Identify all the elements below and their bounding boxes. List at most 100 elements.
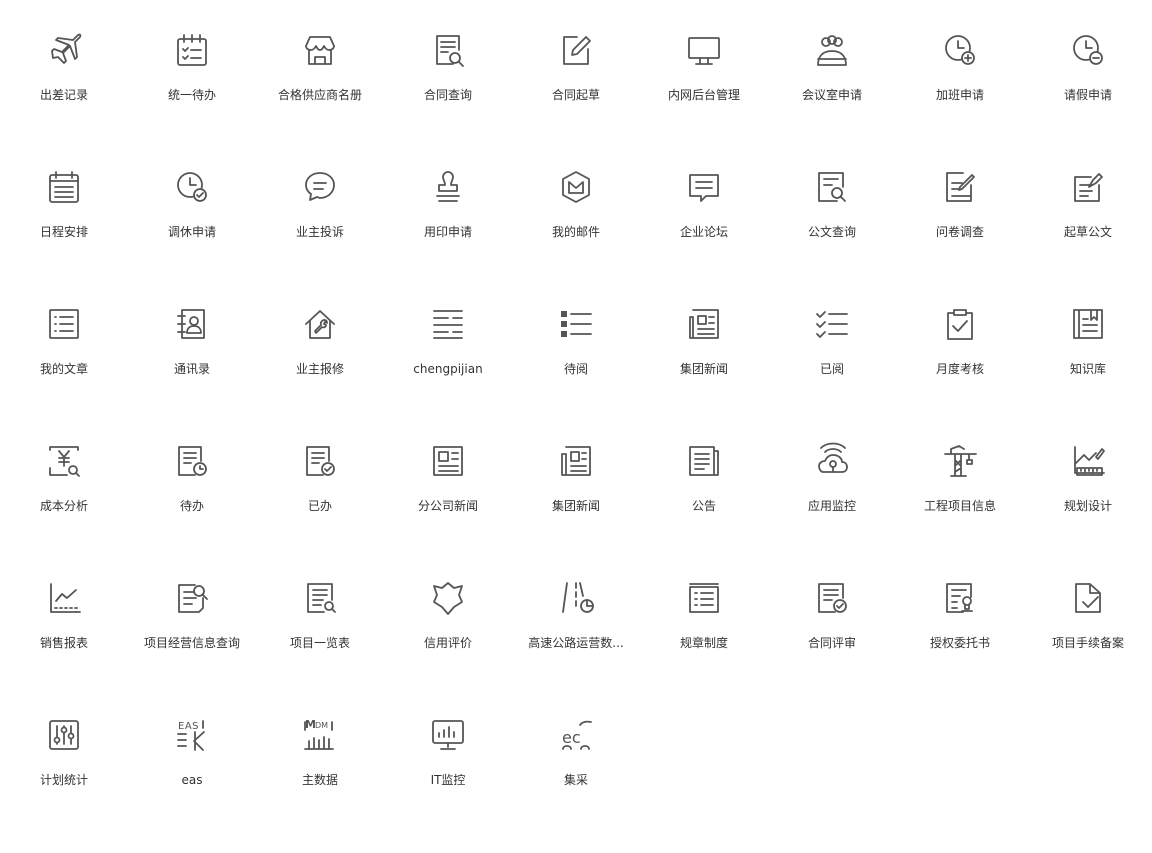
app-tile[interactable]: chengpijian xyxy=(384,305,512,442)
app-tile[interactable]: 我的文章 xyxy=(0,305,128,442)
app-label: 加班申请 xyxy=(935,88,984,102)
app-label: 知识库 xyxy=(1069,362,1106,376)
app-label: 业主投诉 xyxy=(295,225,344,239)
app-label: 项目一览表 xyxy=(289,636,350,650)
app-tile[interactable]: 通讯录 xyxy=(128,305,256,442)
app-label: 待阅 xyxy=(563,362,588,376)
app-tile[interactable]: 月度考核 xyxy=(896,305,1024,442)
app-tile[interactable]: 待阅 xyxy=(512,305,640,442)
app-tile[interactable]: 信用评价 xyxy=(384,579,512,716)
app-tile[interactable]: 企业论坛 xyxy=(640,168,768,305)
document-search-icon xyxy=(813,168,851,206)
app-tile[interactable]: 会议室申请 xyxy=(768,31,896,168)
app-tile[interactable]: 销售报表 xyxy=(0,579,128,716)
app-tile[interactable]: 项目经营信息查询 xyxy=(128,579,256,716)
app-tile[interactable]: M DM 主数据 xyxy=(256,716,384,853)
app-tile[interactable]: 公文查询 xyxy=(768,168,896,305)
app-tile[interactable]: 计划统计 xyxy=(0,716,128,853)
app-tile[interactable]: 业主报修 xyxy=(256,305,384,442)
app-label: 我的邮件 xyxy=(551,225,600,239)
app-tile[interactable]: 问卷调查 xyxy=(896,168,1024,305)
app-tile[interactable]: 合同查询 xyxy=(384,31,512,168)
app-label: 会议室申请 xyxy=(801,88,862,102)
app-tile[interactable]: 内网后台管理 xyxy=(640,31,768,168)
app-tile[interactable]: 合同起草 xyxy=(512,31,640,168)
app-label: 信用评价 xyxy=(423,636,472,650)
credit-shield-icon xyxy=(429,579,467,617)
regulation-icon xyxy=(685,579,723,617)
store-icon xyxy=(301,31,339,69)
app-label: 通讯录 xyxy=(173,362,210,376)
app-label: 授权委托书 xyxy=(929,636,990,650)
monitor-icon xyxy=(685,31,723,69)
app-label: 规划设计 xyxy=(1063,499,1112,513)
app-label: 合同查询 xyxy=(423,88,472,102)
chat-bubble-icon xyxy=(301,168,339,206)
app-tile[interactable]: 应用监控 xyxy=(768,442,896,579)
app-label: 公文查询 xyxy=(807,225,856,239)
app-tile[interactable]: 集团新闻 xyxy=(640,305,768,442)
app-label: 集团新闻 xyxy=(551,499,600,513)
app-label: 已阅 xyxy=(819,362,844,376)
document-check-icon xyxy=(301,442,339,480)
app-label: chengpijian xyxy=(413,362,483,376)
stamp-icon xyxy=(429,168,467,206)
repair-house-icon xyxy=(301,305,339,343)
app-tile[interactable]: ec 集采 xyxy=(512,716,640,853)
app-label: 成本分析 xyxy=(39,499,88,513)
mdm-icon: M DM xyxy=(301,716,339,754)
app-label: 请假申请 xyxy=(1063,88,1112,102)
app-tile[interactable]: 规划设计 xyxy=(1024,442,1152,579)
app-tile[interactable]: 集团新闻 xyxy=(512,442,640,579)
app-tile[interactable]: 规章制度 xyxy=(640,579,768,716)
app-label: 已办 xyxy=(307,499,332,513)
app-tile[interactable]: 公告 xyxy=(640,442,768,579)
project-list-icon xyxy=(301,579,339,617)
app-tile[interactable]: 授权委托书 xyxy=(896,579,1024,716)
app-tile[interactable]: 知识库 xyxy=(1024,305,1152,442)
sliders-icon xyxy=(45,716,83,754)
app-label: 我的文章 xyxy=(39,362,88,376)
app-tile[interactable]: 待办 xyxy=(128,442,256,579)
app-tile[interactable]: 起草公文 xyxy=(1024,168,1152,305)
app-label: 企业论坛 xyxy=(679,225,728,239)
app-tile[interactable]: 合格供应商名册 xyxy=(256,31,384,168)
app-tile[interactable]: 成本分析 xyxy=(0,442,128,579)
app-tile[interactable]: 请假申请 xyxy=(1024,31,1152,168)
eas-logo-icon: EAS xyxy=(173,716,211,754)
app-tile[interactable]: 已阅 xyxy=(768,305,896,442)
app-label: 待办 xyxy=(179,499,204,513)
app-tile[interactable]: 我的邮件 xyxy=(512,168,640,305)
app-tile[interactable]: 已办 xyxy=(256,442,384,579)
branch-news-icon xyxy=(429,442,467,480)
app-label: 合格供应商名册 xyxy=(277,88,362,102)
app-tile[interactable]: 业主投诉 xyxy=(256,168,384,305)
app-label: 用印申请 xyxy=(423,225,472,239)
app-tile[interactable]: 加班申请 xyxy=(896,31,1024,168)
app-tile[interactable]: 用印申请 xyxy=(384,168,512,305)
app-label: 调休申请 xyxy=(167,225,216,239)
cost-analysis-icon xyxy=(45,442,83,480)
app-tile[interactable]: 分公司新闻 xyxy=(384,442,512,579)
app-tile[interactable]: 高速公路运营数... xyxy=(512,579,640,716)
app-tile[interactable]: 调休申请 xyxy=(128,168,256,305)
app-label: 集采 xyxy=(563,773,588,787)
app-label: 统一待办 xyxy=(167,88,216,102)
it-monitor-icon xyxy=(429,716,467,754)
app-tile[interactable]: IT监控 xyxy=(384,716,512,853)
app-tile[interactable]: 工程项目信息 xyxy=(896,442,1024,579)
app-tile[interactable]: 项目一览表 xyxy=(256,579,384,716)
app-grid: 出差记录 统一待办 合格供应商名册 合同查询 合同起草 内网后台管理 会议室申请 加班申请 请假… xyxy=(0,31,1152,853)
app-tile[interactable]: 项目手续备案 xyxy=(1024,579,1152,716)
app-label: 项目手续备案 xyxy=(1051,636,1124,650)
approval-icon xyxy=(429,305,467,343)
svg-text:EAS: EAS xyxy=(178,721,199,732)
app-tile[interactable]: EAS eas xyxy=(128,716,256,853)
app-tile[interactable]: 日程安排 xyxy=(0,168,128,305)
app-tile[interactable]: 合同评审 xyxy=(768,579,896,716)
app-tile[interactable]: 出差记录 xyxy=(0,31,128,168)
airplane-icon xyxy=(45,31,83,69)
app-label: 主数据 xyxy=(301,773,338,787)
app-label: 公告 xyxy=(691,499,716,513)
app-tile[interactable]: 统一待办 xyxy=(128,31,256,168)
